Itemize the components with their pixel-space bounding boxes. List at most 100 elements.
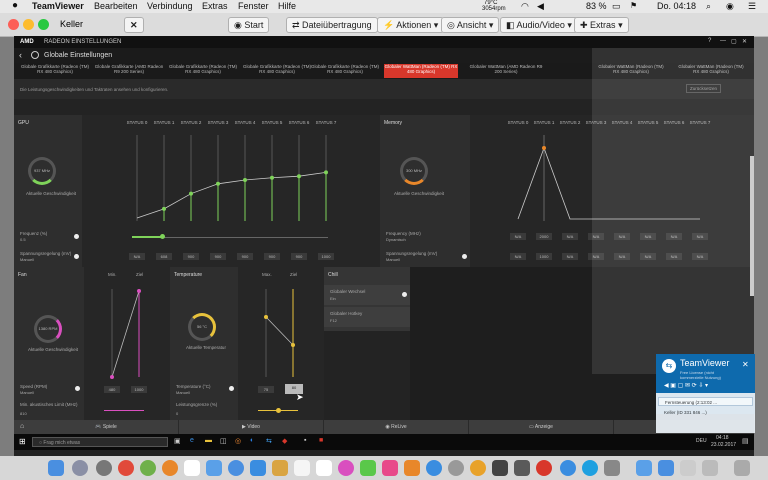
home-icon[interactable]: ⌂ bbox=[20, 423, 24, 430]
video-button[interactable]: ▶ Video bbox=[179, 420, 324, 434]
relive-button[interactable]: ◉ ReLive bbox=[324, 420, 469, 434]
word-icon[interactable] bbox=[184, 460, 200, 476]
mem-voltage-toggle[interactable] bbox=[462, 254, 467, 259]
system-preferences-icon[interactable] bbox=[448, 460, 464, 476]
rocket-icon[interactable] bbox=[96, 460, 112, 476]
calendar-icon[interactable] bbox=[294, 460, 310, 476]
store-icon[interactable]: ◫ bbox=[220, 437, 227, 445]
chill-toggle-row[interactable]: Globaler Wechsel Ein bbox=[324, 285, 410, 305]
menu-hilfe[interactable]: Hilfe bbox=[278, 1, 296, 11]
speed-target-cell[interactable]: 1000 bbox=[131, 386, 147, 393]
back-button[interactable]: ‹ bbox=[19, 50, 22, 60]
fan-curve[interactable] bbox=[84, 267, 170, 380]
help-icon[interactable]: ? bbox=[708, 38, 711, 44]
battery-icon[interactable]: ▭ bbox=[612, 1, 621, 12]
state-value-cell[interactable]: N/A bbox=[562, 253, 578, 260]
menu-extras[interactable]: Extras bbox=[202, 1, 228, 11]
menu-fenster[interactable]: Fenster bbox=[238, 1, 269, 11]
list-icon[interactable]: ☰ bbox=[748, 1, 756, 12]
close-session-button[interactable]: ✕ bbox=[124, 17, 144, 33]
flag-icon[interactable]: ⚑ bbox=[630, 1, 637, 10]
panel-close-icon[interactable]: ✕ bbox=[742, 360, 749, 369]
tab-global-wattman-active[interactable]: Globaler WattMan (Radeon (TM) RX 480 Gra… bbox=[384, 64, 458, 78]
bitcoin-icon[interactable] bbox=[470, 460, 486, 476]
temperature-curve[interactable] bbox=[238, 267, 324, 380]
downloads-folder-icon[interactable] bbox=[658, 460, 674, 476]
tab-global-graphics-3[interactable]: Globale Grafikkarte (Radeon (TM) RX 480 … bbox=[168, 64, 238, 78]
maximize-icon[interactable]: ▢ bbox=[731, 38, 737, 45]
clock[interactable]: Do. 04:18 bbox=[657, 1, 696, 11]
steam-icon[interactable]: ◐ bbox=[250, 437, 254, 444]
gpu-point[interactable] bbox=[270, 175, 274, 180]
temp-toggle[interactable] bbox=[229, 386, 234, 391]
app-red-icon[interactable] bbox=[536, 460, 552, 476]
amd-taskbar-icon[interactable]: ◆ bbox=[282, 437, 287, 445]
stack-icon[interactable] bbox=[702, 460, 718, 476]
language-indicator[interactable]: DEU bbox=[696, 438, 707, 444]
zoom-window-icon[interactable] bbox=[38, 19, 49, 30]
safari-icon[interactable] bbox=[228, 460, 244, 476]
reminders-icon[interactable] bbox=[316, 460, 332, 476]
folder-icon[interactable]: ▬ bbox=[205, 437, 212, 444]
search-icon[interactable]: ⌕ bbox=[706, 1, 711, 12]
taskbar-clock[interactable]: 04:18 bbox=[716, 435, 729, 441]
notification-icon[interactable]: ▤ bbox=[742, 437, 749, 445]
taskbar-search[interactable]: ○ Frag mich etwas bbox=[32, 437, 168, 447]
chill-hotkey-row[interactable]: Globaler Hotkey F12 bbox=[324, 307, 410, 327]
tab-global-wattman-2[interactable]: Globaler WattMan (AMD Radeon R9 200 Seri… bbox=[466, 64, 546, 78]
app-store-icon[interactable] bbox=[206, 460, 222, 476]
menu-bearbeiten[interactable]: Bearbeiten bbox=[94, 1, 138, 11]
audio-video-button[interactable]: ◧ Audio/Video ▾ bbox=[500, 17, 578, 33]
frequency-toggle[interactable] bbox=[74, 234, 79, 239]
terminal-icon[interactable] bbox=[492, 460, 508, 476]
preview-icon[interactable] bbox=[604, 460, 620, 476]
minimize-window-icon[interactable] bbox=[23, 19, 34, 30]
games-button[interactable]: 🎮 Spiele bbox=[34, 420, 179, 434]
siri-icon[interactable]: ◉ bbox=[726, 1, 734, 12]
state-value-cell[interactable]: 608 bbox=[156, 253, 172, 260]
firefox-icon[interactable] bbox=[162, 460, 178, 476]
photos-icon[interactable] bbox=[338, 460, 354, 476]
gpu-point[interactable] bbox=[162, 206, 166, 211]
task-view-icon[interactable]: ▣ bbox=[174, 437, 181, 445]
edge-icon[interactable]: e bbox=[190, 437, 194, 444]
state-value-cell[interactable]: N/A bbox=[562, 233, 578, 240]
close-icon[interactable]: ✕ bbox=[742, 38, 747, 45]
app-menu[interactable]: TeamViewer bbox=[32, 1, 84, 11]
view-button[interactable]: ◎ Ansicht ▾ bbox=[441, 17, 500, 33]
gpu-chart[interactable]: STATUS 0 STATUS 1 STATUS 2 STATUS 3 STATUS 4… bbox=[82, 115, 380, 227]
start-button[interactable]: ◉ Start bbox=[228, 17, 270, 33]
gpu-point[interactable] bbox=[189, 191, 193, 196]
state-value-cell[interactable]: 2000 bbox=[536, 233, 552, 240]
activity-monitor-icon[interactable] bbox=[514, 460, 530, 476]
finder-icon[interactable] bbox=[48, 460, 64, 476]
document-icon[interactable] bbox=[680, 460, 696, 476]
state-value-cell[interactable]: 900 bbox=[210, 253, 226, 260]
state-value-cell[interactable]: N/A bbox=[510, 253, 526, 260]
folder-dock-icon[interactable] bbox=[636, 460, 652, 476]
menu-verbindung[interactable]: Verbindung bbox=[147, 1, 193, 11]
trash-icon[interactable] bbox=[734, 460, 750, 476]
state-value-cell[interactable]: 1000 bbox=[536, 253, 552, 260]
tab-global-graphics-1[interactable]: Globale Grafikkarte (Radeon (TM) RX 480 … bbox=[20, 64, 90, 78]
opera-icon[interactable] bbox=[140, 460, 156, 476]
volume-icon[interactable]: ◀ bbox=[537, 1, 544, 12]
state-value-cell[interactable]: N/A bbox=[510, 233, 526, 240]
close-window-icon[interactable] bbox=[8, 19, 19, 30]
chill-toggle-switch[interactable] bbox=[402, 292, 407, 297]
gpu-point[interactable] bbox=[297, 174, 301, 179]
state-value-cell[interactable]: 1000 bbox=[318, 253, 334, 260]
app-icon[interactable]: ▪ bbox=[304, 437, 306, 444]
teamviewer-taskbar-icon[interactable]: ⇆ bbox=[266, 437, 272, 445]
acoustic-slider[interactable] bbox=[104, 410, 144, 411]
session-row-1[interactable]: Fernsteuerung (2:13:02 ... bbox=[658, 397, 753, 406]
tab-global-graphics-2[interactable]: Globale Grafikkarte (AMD Radeon R9 200 S… bbox=[94, 64, 164, 78]
state-value-cell[interactable]: 900 bbox=[183, 253, 199, 260]
gpu-point[interactable] bbox=[216, 181, 220, 186]
ibooks-icon[interactable] bbox=[404, 460, 420, 476]
frequency-slider-handle[interactable] bbox=[160, 234, 165, 239]
minimize-icon[interactable]: — bbox=[720, 38, 726, 44]
panel-toolbar-icons[interactable]: ◀ ▣ ▢ ✉ ⟳ ⇩ ▾ bbox=[664, 382, 708, 389]
actions-button[interactable]: ⚡ Aktionen ▾ bbox=[377, 17, 445, 33]
radeon-icon[interactable]: ■ bbox=[319, 437, 323, 444]
